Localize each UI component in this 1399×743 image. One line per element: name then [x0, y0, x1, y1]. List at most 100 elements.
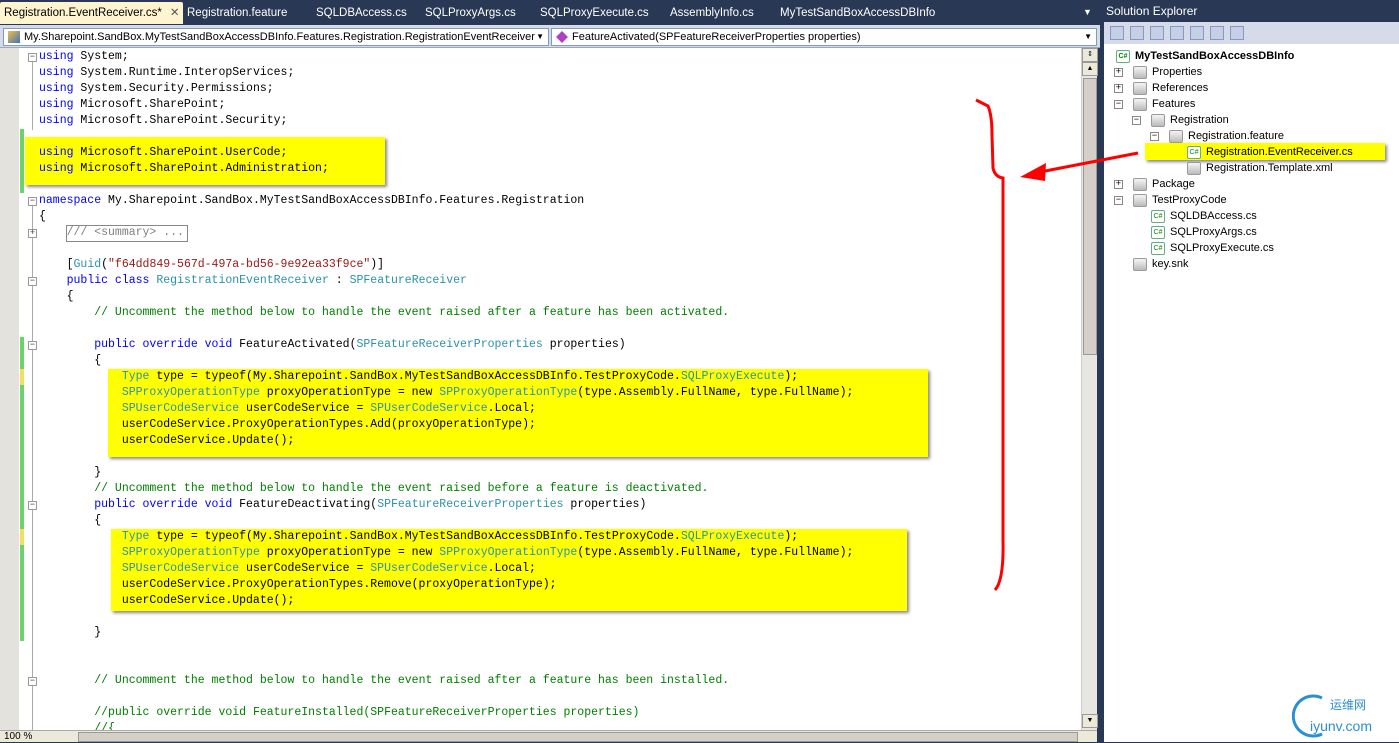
- paste-icon[interactable]: [1230, 26, 1244, 40]
- code-line: userCodeService.ProxyOperationTypes.Add(…: [39, 417, 853, 433]
- tree-node[interactable]: C# SQLProxyArgs.cs: [1151, 224, 1257, 240]
- properties-icon[interactable]: [1110, 26, 1124, 40]
- collapse-icon[interactable]: −: [1114, 195, 1123, 205]
- refresh-icon[interactable]: [1170, 26, 1184, 40]
- node-label: References: [1152, 82, 1209, 94]
- collapse-icon[interactable]: −: [1114, 99, 1123, 109]
- tree-node[interactable]: − Registration: [1132, 112, 1229, 128]
- tree-node[interactable]: C# SQLProxyExecute.cs: [1151, 240, 1274, 256]
- code-token: proxyOperationType = new: [259, 546, 440, 559]
- horizontal-scrollbar[interactable]: 100 %: [0, 730, 1097, 742]
- scroll-thumb[interactable]: [78, 732, 1078, 742]
- expand-icon[interactable]: +: [1114, 83, 1123, 93]
- code-line: Type type = typeof(My.Sharepoint.SandBox…: [39, 529, 853, 545]
- tree-node[interactable]: − Features: [1114, 96, 1195, 112]
- tree-node[interactable]: − TestProxyCode: [1114, 192, 1227, 208]
- outline-line: [32, 62, 33, 130]
- class-diagram-icon[interactable]: [1210, 26, 1224, 40]
- code-line: // Uncomment the method below to handle …: [39, 305, 853, 321]
- show-all-files-icon[interactable]: [1130, 26, 1144, 40]
- scroll-thumb[interactable]: [1083, 78, 1097, 355]
- code-token: Guid: [73, 258, 102, 271]
- code-token: using: [39, 82, 74, 95]
- expand-icon[interactable]: +: [1114, 179, 1123, 189]
- code-token: properties): [542, 338, 626, 351]
- split-icon[interactable]: ⇕: [1082, 48, 1098, 62]
- code-token: userCodeService =: [239, 402, 371, 415]
- tree-node[interactable]: C# SQLDBAccess.cs: [1151, 208, 1257, 224]
- expand-toggle[interactable]: +: [28, 229, 37, 238]
- tab-registration-eventreceiver[interactable]: Registration.EventReceiver.cs* ✕: [0, 2, 183, 24]
- scroll-down-icon[interactable]: ▼: [1082, 714, 1098, 728]
- expand-icon[interactable]: +: [1114, 67, 1123, 77]
- code-line: using Microsoft.SharePoint;: [39, 97, 853, 113]
- tree-node[interactable]: Registration.Template.xml: [1187, 160, 1333, 176]
- node-label: SQLProxyExecute.cs: [1170, 242, 1274, 254]
- tab-sqlproxyexecute[interactable]: SQLProxyExecute.cs: [540, 2, 649, 24]
- code-line: // Uncomment the method below to handle …: [39, 481, 853, 497]
- code-line: using System.Runtime.InteropServices;: [39, 65, 853, 81]
- collapse-toggle[interactable]: −: [28, 53, 37, 62]
- project-node[interactable]: C# MyTestSandBoxAccessDBInfo: [1116, 48, 1294, 64]
- tab-sqldbaccess[interactable]: SQLDBAccess.cs: [316, 2, 407, 24]
- copy-icon[interactable]: [1150, 26, 1164, 40]
- folder-icon: [1133, 81, 1147, 95]
- code-token: SPProxyOperationType: [439, 546, 578, 559]
- scroll-up-icon[interactable]: ▲: [1082, 62, 1098, 76]
- collapse-icon[interactable]: −: [1132, 115, 1141, 125]
- change-bar: [20, 529, 24, 545]
- tree-node[interactable]: − Registration.feature: [1150, 128, 1284, 144]
- collapse-toggle[interactable]: −: [28, 501, 37, 510]
- collapse-toggle[interactable]: −: [28, 341, 37, 350]
- change-bar: [20, 337, 24, 369]
- tab-sqlproxyargs[interactable]: SQLProxyArgs.cs: [425, 2, 516, 24]
- tree-node[interactable]: C# Registration.EventReceiver.cs: [1187, 144, 1353, 160]
- code-token: // Uncomment the method below to handle …: [94, 482, 709, 495]
- tab-assemblyinfo[interactable]: AssemblyInfo.cs: [670, 2, 754, 24]
- code-token: SQLProxyExecute: [680, 530, 785, 543]
- tab-registration-feature[interactable]: Registration.feature: [187, 2, 287, 24]
- tree-node[interactable]: + Package: [1114, 176, 1195, 192]
- vertical-scrollbar[interactable]: ⇕ ▲ ▼: [1081, 48, 1098, 730]
- code-token: )]: [370, 258, 385, 271]
- code-token: "f64dd849-567d-497a-bd56-9e92ea33f9ce": [108, 258, 371, 271]
- type-selector[interactable]: My.Sharepoint.SandBox.MyTestSandBoxAcces…: [3, 28, 549, 46]
- collapse-toggle[interactable]: −: [28, 677, 37, 686]
- code-token: SPProxyOperationType: [439, 386, 578, 399]
- code-line: public override void FeatureDeactivating…: [39, 497, 853, 513]
- tab-list-dropdown-icon[interactable]: ▼: [1083, 7, 1092, 17]
- folder-icon: [1133, 65, 1147, 79]
- code-token: );: [784, 530, 799, 543]
- code-editor[interactable]: − − + − − − − using System; using System.…: [0, 48, 1097, 730]
- collapse-icon[interactable]: −: [1150, 131, 1159, 141]
- code-line: public override void FeatureActivated(SP…: [39, 337, 853, 353]
- code-token: userCodeService.Update();: [39, 594, 295, 607]
- code-token: {: [39, 210, 46, 223]
- code-token: //public override void FeatureInstalled(…: [94, 706, 640, 719]
- node-label: Registration.EventReceiver.cs: [1206, 146, 1353, 158]
- document-tabs: Registration.EventReceiver.cs* ✕ Registra…: [0, 0, 1100, 25]
- code-token: type = typeof(My.Sharepoint.SandBox.MyTe…: [149, 370, 681, 383]
- code-token: using: [39, 162, 74, 175]
- close-icon[interactable]: ✕: [170, 7, 180, 19]
- code-line: using System.Security.Permissions;: [39, 81, 853, 97]
- folder-icon: [1133, 193, 1147, 207]
- node-label: SQLProxyArgs.cs: [1170, 226, 1257, 238]
- zoom-level[interactable]: 100 %: [4, 731, 32, 743]
- code-token: SPUserCodeService: [370, 402, 488, 415]
- tab-project[interactable]: MyTestSandBoxAccessDBInfo: [780, 2, 935, 24]
- code-token: SPProxyOperationType: [121, 386, 260, 399]
- collapse-toggle[interactable]: −: [28, 197, 37, 206]
- tree-node[interactable]: + References: [1114, 80, 1208, 96]
- change-bar: [20, 545, 24, 641]
- view-code-icon[interactable]: [1190, 26, 1204, 40]
- tree-node[interactable]: + Properties: [1114, 64, 1202, 80]
- code-text[interactable]: using System; using System.Runtime.Intero…: [39, 49, 853, 730]
- collapse-toggle[interactable]: −: [28, 277, 37, 286]
- tree-node[interactable]: key.snk: [1133, 256, 1188, 272]
- member-selector[interactable]: FeatureActivated(SPFeatureReceiverProper…: [551, 28, 1097, 46]
- csharp-file-icon: C#: [1151, 209, 1165, 223]
